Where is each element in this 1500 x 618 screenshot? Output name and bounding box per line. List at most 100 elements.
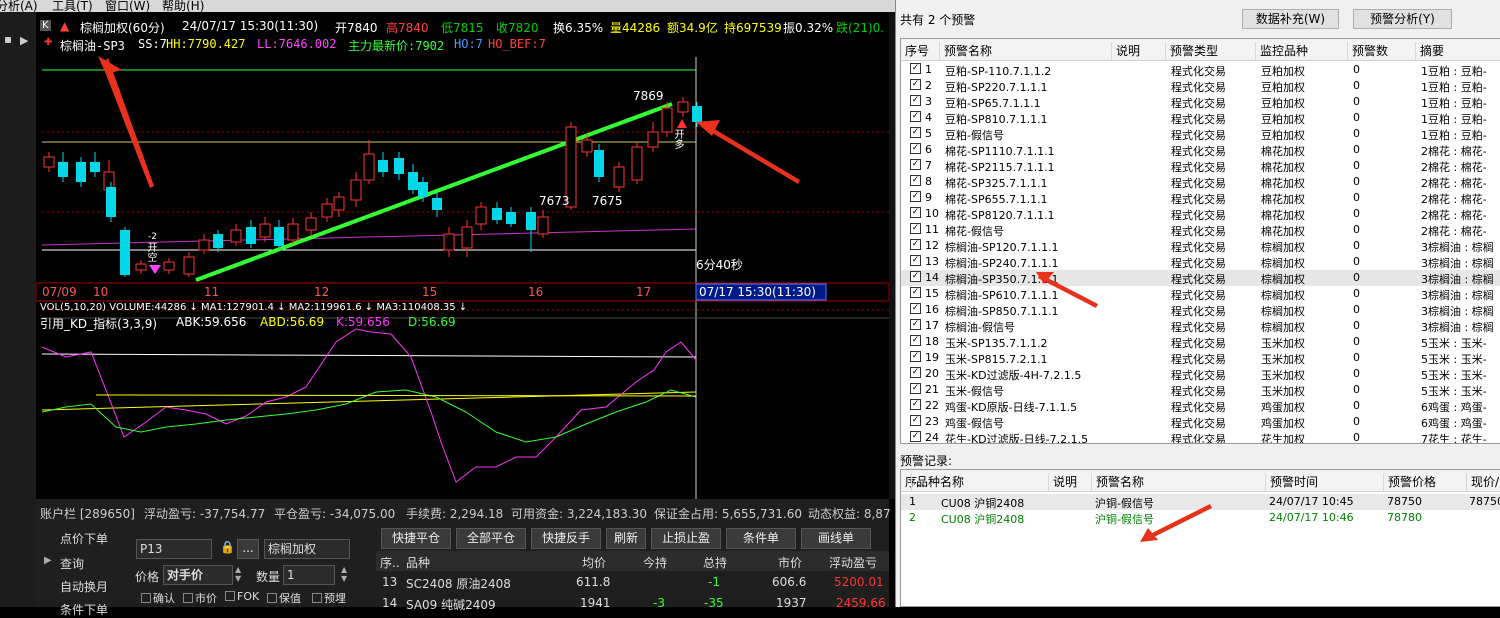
col-no[interactable]: 序号 — [901, 42, 929, 60]
conditional-order-button[interactable]: 条件单 — [726, 528, 796, 549]
alert-row[interactable]: ✓ 20 玉米-KD过滤版-4H-7.2.1.5 程式化交易 玉米加权 0 5玉米 : 玉米… — [901, 366, 1500, 382]
kline-chart[interactable]: K ▲ 棕榈加权(60分) 24/07/17 15:30(11:30) 开784… — [36, 12, 889, 499]
alert-row[interactable]: ✓ 24 花生-KD过滤版-日线-7.2.1.5 程式化交易 花生加权 0 7花生 : 花生… — [901, 430, 1500, 443]
table-row[interactable]: 13 SC2408 原油2408 611.8 -1 606.6 5200.01 — [376, 573, 889, 591]
col-alert-price[interactable]: 预警价格 — [1383, 473, 1436, 491]
menu-analysis[interactable]: 分析(A) — [0, 0, 38, 12]
checkbox-icon[interactable]: ✓ — [910, 79, 921, 90]
alert-row[interactable]: ✓ 5 豆粕-假信号 程式化交易 豆粕加权 0 1豆粕 : 豆粕- — [901, 126, 1500, 142]
contract-input[interactable]: 棕榈加权 — [264, 539, 350, 559]
checkbox-icon[interactable] — [225, 591, 235, 601]
col-symbol[interactable]: 品种 — [406, 554, 430, 571]
opt-fok[interactable]: FOK — [225, 590, 259, 603]
checkbox-icon[interactable]: ✓ — [910, 351, 921, 362]
col-today[interactable]: 今持 — [643, 554, 667, 571]
alert-row[interactable]: ✓ 18 玉米-SP135.7.1.1.2 程式化交易 玉米加权 0 5玉米 : 玉米- — [901, 334, 1500, 350]
checkbox-icon[interactable]: ✓ — [910, 223, 921, 234]
alert-row[interactable]: ✓ 2 豆粕-SP220.7.1.1.1 程式化交易 豆粕加权 0 1豆粕 : 豆粕- — [901, 78, 1500, 94]
checkbox-icon[interactable]: ✓ — [910, 143, 921, 154]
alert-row[interactable]: ✓ 9 棉花-SP655.7.1.1.1 程式化交易 棉花加权 0 2棉花 : 棉花- — [901, 190, 1500, 206]
alert-row[interactable]: ✓ 6 棉花-SP1110.7.1.1.1 程式化交易 棉花加权 0 2棉花 : 棉花- — [901, 142, 1500, 158]
qty-stepper-icon[interactable]: ▲ ▼ — [341, 565, 347, 583]
col-symbol[interactable]: 品种名称 — [911, 473, 964, 491]
lock-icon[interactable]: 🔒 — [220, 540, 235, 554]
account-select[interactable]: P13 — [136, 539, 212, 559]
draw-line-order-button[interactable]: 画线单 — [801, 528, 871, 549]
alert-row[interactable]: ✓ 4 豆粕-SP810.7.1.1.1 程式化交易 豆粕加权 0 1豆粕 : 豆粕- — [901, 110, 1500, 126]
checkbox-icon[interactable]: ✓ — [910, 335, 921, 346]
alert-analysis-button[interactable]: 预警分析(Y) — [1353, 9, 1452, 29]
checkbox-icon[interactable] — [312, 593, 322, 603]
col-desc[interactable]: 说明 — [1048, 473, 1077, 491]
opt-preset[interactable]: 预埋 — [312, 590, 346, 606]
opt-market[interactable]: 市价 — [183, 590, 217, 606]
col-alert-time[interactable]: 预警时间 — [1265, 473, 1318, 491]
quick-reverse-button[interactable]: 快捷反手 — [531, 528, 601, 549]
checkbox-icon[interactable]: ✓ — [910, 159, 921, 170]
alert-row[interactable]: ✓ 22 鸡蛋-KD原版-日线-7.1.1.5 程式化交易 鸡蛋加权 0 6鸡蛋 : 鸡蛋- — [901, 398, 1500, 414]
alert-row[interactable]: ✓ 1 豆粕-SP-110.7.1.1.2 程式化交易 豆粕加权 0 1豆粕 : 豆粕- — [901, 62, 1500, 78]
checkbox-icon[interactable]: ✓ — [910, 127, 921, 138]
opt-confirm[interactable]: 确认 — [141, 590, 175, 606]
checkbox-icon[interactable]: ✓ — [910, 271, 921, 282]
checkbox-icon[interactable]: ✓ — [910, 175, 921, 186]
checkbox-icon[interactable] — [267, 593, 277, 603]
menu-window[interactable]: 窗口(W) — [105, 0, 150, 12]
expand-arrow-icon[interactable]: ▶ — [20, 34, 28, 47]
checkbox-icon[interactable]: ✓ — [910, 303, 921, 314]
menu-conditional[interactable]: 条件下单 — [60, 601, 108, 618]
col-alert-type[interactable]: 预警类型 — [1165, 42, 1218, 60]
price-select[interactable]: 对手价 — [163, 565, 233, 585]
alert-row[interactable]: ✓ 19 玉米-SP815.7.2.1.1 程式化交易 玉米加权 0 5玉米 : 玉米- — [901, 350, 1500, 366]
menu-help[interactable]: 帮助(H) — [162, 0, 204, 12]
menu-tools[interactable]: 工具(T) — [52, 0, 93, 12]
alert-row[interactable]: ✓ 17 棕榈油-假信号 程式化交易 棕榈加权 0 3棕榈油 : 棕榈 — [901, 318, 1500, 334]
alert-row[interactable]: ✓ 7 棉花-SP2115.7.1.1.1 程式化交易 棉花加权 0 2棉花 : 棉花- — [901, 158, 1500, 174]
table-row[interactable]: 14 SA09 纯碱2409 1941 -3 -35 1937 2459.66 — [376, 594, 889, 612]
col-no[interactable]: 序.. — [380, 554, 400, 571]
quick-close-button[interactable]: 快捷平仓 — [381, 528, 451, 549]
col-total[interactable]: 总持 — [703, 554, 727, 571]
col-market-price[interactable]: 市价 — [778, 554, 802, 571]
stop-loss-button[interactable]: 止损止盈 — [651, 528, 721, 549]
checkbox-icon[interactable]: ✓ — [910, 431, 921, 442]
checkbox-icon[interactable]: ✓ — [910, 383, 921, 394]
checkbox-icon[interactable]: ✓ — [910, 287, 921, 298]
col-now-price[interactable]: 现价/ — [1466, 473, 1499, 491]
data-supplement-button[interactable]: 数据补充(W) — [1242, 9, 1339, 29]
menu-auto-roll[interactable]: 自动换月 — [60, 578, 108, 595]
col-float-pl[interactable]: 浮动盈亏 — [829, 554, 877, 571]
col-alert-name[interactable]: 预警名称 — [939, 42, 992, 60]
checkbox-icon[interactable]: ✓ — [910, 207, 921, 218]
price-stepper-icon[interactable]: ▲ ▼ — [235, 565, 241, 583]
col-monitor-symbol[interactable]: 监控品种 — [1255, 42, 1308, 60]
alert-row[interactable]: ✓ 13 棕榈油-SP240.7.1.1.1 程式化交易 棕榈加权 0 3棕榈油 : 棕榈 — [901, 254, 1500, 270]
alert-row[interactable]: ✓ 12 棕榈油-SP120.7.1.1.1 程式化交易 棕榈加权 0 3棕榈油 : 棕榈 — [901, 238, 1500, 254]
opt-hedge[interactable]: 保值 — [267, 590, 301, 606]
alert-row[interactable]: ✓ 11 棉花-假信号 程式化交易 棉花加权 0 2棉花 : 棉花- — [901, 222, 1500, 238]
alert-row[interactable]: ✓ 8 棉花-SP325.7.1.1.1 程式化交易 棉花加权 0 2棉花 : 棉花- — [901, 174, 1500, 190]
checkbox-icon[interactable]: ✓ — [910, 255, 921, 266]
col-desc[interactable]: 说明 — [1111, 42, 1140, 60]
col-alert-name[interactable]: 预警名称 — [1091, 473, 1144, 491]
col-avg-price[interactable]: 均价 — [582, 554, 606, 571]
checkbox-icon[interactable]: ✓ — [910, 239, 921, 250]
alert-row[interactable]: ✓ 3 豆粕-SP65.7.1.1.1 程式化交易 豆粕加权 0 1豆粕 : 豆粕- — [901, 94, 1500, 110]
alert-row[interactable]: ✓ 23 鸡蛋-假信号 程式化交易 鸡蛋加权 0 6鸡蛋 : 鸡蛋- — [901, 414, 1500, 430]
alert-row[interactable]: ✓ 16 棕榈油-SP850.7.1.1.1 程式化交易 棕榈加权 0 3棕榈油 : 棕榈 — [901, 302, 1500, 318]
col-alert-count[interactable]: 预警数 — [1347, 42, 1388, 60]
col-summary[interactable]: 摘要 — [1415, 42, 1444, 60]
menu-click-order[interactable]: 点价下单 — [60, 530, 108, 547]
close-all-button[interactable]: 全部平仓 — [456, 528, 526, 549]
qty-input[interactable]: 1 — [283, 565, 335, 585]
alert-row[interactable]: ✓ 10 棉花-SP8120.7.1.1.1 程式化交易 棉花加权 0 2棉花 : 棉花- — [901, 206, 1500, 222]
checkbox-icon[interactable] — [141, 593, 151, 603]
checkbox-icon[interactable]: ✓ — [910, 191, 921, 202]
refresh-button[interactable]: 刷新 — [606, 528, 646, 549]
checkbox-icon[interactable]: ✓ — [910, 95, 921, 106]
checkbox-icon[interactable]: ✓ — [910, 111, 921, 122]
alert-row[interactable]: ✓ 21 玉米-假信号 程式化交易 玉米加权 0 5玉米 : 玉米- — [901, 382, 1500, 398]
alert-row[interactable]: ✓ 15 棕榈油-SP610.7.1.1.1 程式化交易 棕榈加权 0 3棕榈油 : 棕榈 — [901, 286, 1500, 302]
checkbox-icon[interactable]: ✓ — [910, 319, 921, 330]
checkbox-icon[interactable]: ✓ — [910, 63, 921, 74]
